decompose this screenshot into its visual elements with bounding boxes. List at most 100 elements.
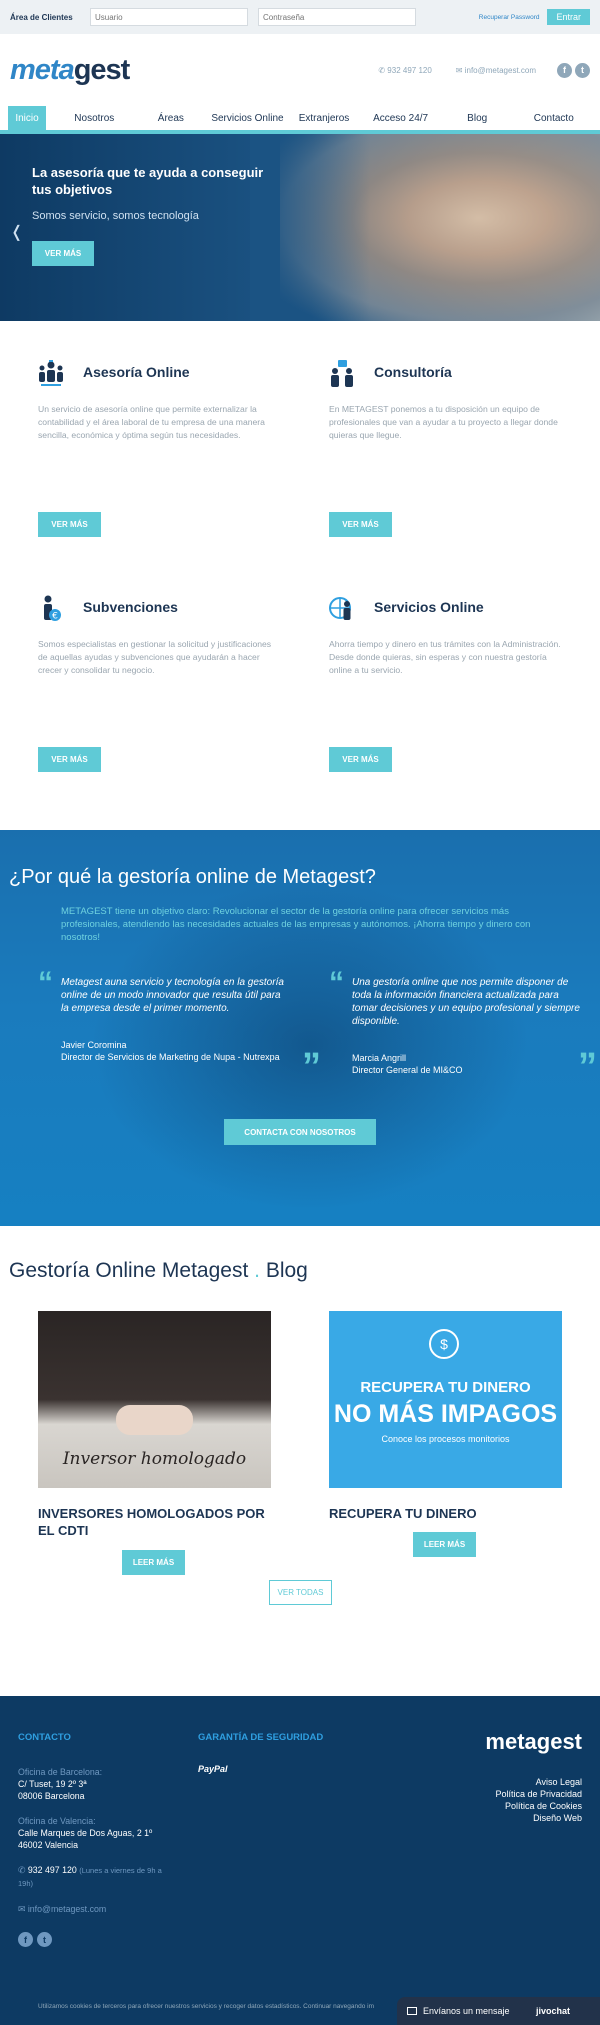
username-input[interactable] <box>90 8 248 26</box>
consulting-icon <box>331 360 353 387</box>
phone-icon: ✆ <box>378 65 388 75</box>
password-input[interactable] <box>258 8 416 26</box>
service-description: En METAGEST ponemos a tu disposición un … <box>329 404 558 440</box>
nav-item-servicios-online[interactable]: Servicios Online <box>209 106 286 130</box>
blog-image-caption: Inversor homologado <box>62 1449 247 1469</box>
header-phone[interactable]: ✆ 932 497 120 <box>378 66 431 75</box>
nav-item-areas[interactable]: Áreas <box>133 106 210 130</box>
testimonial-author-name: Marcia Angrill <box>352 1053 407 1063</box>
footer-phone[interactable]: ✆ 932 497 120 (Lunes a viernes de 9h a 1… <box>18 1864 178 1890</box>
blog-post: Inversor homologado INVERSORES HOMOLOGAD… <box>38 1311 271 1575</box>
chat-label: Envíanos un mensaje <box>423 2006 510 2016</box>
site-header: metagest ✆ 932 497 120 ✉ info@metagest.c… <box>0 34 600 106</box>
blog-post-image[interactable]: $ RECUPERA TU DINERO NO MÁS IMPAGOS Cono… <box>329 1311 562 1488</box>
barcelona-label: Oficina de Barcelona: <box>18 1767 103 1777</box>
cookie-notice: Utilizamos cookies de terceros para ofre… <box>38 2003 374 2010</box>
euro-person-icon: € <box>44 595 61 622</box>
services-section: Asesoría Online Un servicio de asesoría … <box>0 321 600 830</box>
blog-post-image[interactable]: Inversor homologado <box>38 1311 271 1488</box>
header-email[interactable]: ✉ info@metagest.com <box>456 66 536 75</box>
testimonial-text: Una gestoría online que nos permite disp… <box>352 977 580 1027</box>
nav-item-contacto[interactable]: Contacto <box>515 106 592 130</box>
blog-post-title[interactable]: RECUPERA TU DINERO <box>329 1505 562 1522</box>
footer-email[interactable]: ✉ info@metagest.com <box>18 1903 178 1915</box>
quote-open-icon: “ <box>329 966 344 999</box>
svg-text:€: € <box>52 612 58 622</box>
globe-person-icon <box>329 597 351 620</box>
read-more-button[interactable]: LEER MÁS <box>413 1532 476 1557</box>
facebook-icon[interactable]: f <box>557 62 572 78</box>
nav-item-blog[interactable]: Blog <box>439 106 516 130</box>
chevron-left-icon[interactable]: ❬ <box>10 222 23 242</box>
service-title: Consultoría <box>374 364 452 380</box>
footer-link-cookies[interactable]: Política de Cookies <box>495 1800 582 1812</box>
valencia-address: Calle Marques de Dos Aguas, 2 1º <box>18 1828 153 1838</box>
facebook-icon[interactable]: f <box>18 1932 33 1947</box>
client-area-bar: Área de Clientes Recuperar Password Entr… <box>0 0 600 34</box>
quote-open-icon: “ <box>38 966 53 999</box>
header-phone-number: 932 497 120 <box>387 65 432 75</box>
client-area-label: Área de Clientes <box>10 12 73 22</box>
blog-image-line: Conoce los procesos monitorios <box>381 1434 510 1444</box>
mail-icon <box>407 2007 417 2015</box>
blog-post: $ RECUPERA TU DINERO NO MÁS IMPAGOS Cono… <box>329 1311 562 1557</box>
blog-title: Gestoría Online Metagest . Blog <box>9 1259 308 1282</box>
recover-password-link[interactable]: Recuperar Password <box>479 14 540 21</box>
team-icon <box>39 360 63 386</box>
main-nav: Inicio Nosotros Áreas Servicios Online E… <box>0 106 600 134</box>
hero-slider: La asesoría que te ayuda a conseguir tus… <box>0 134 600 321</box>
twitter-icon[interactable]: t <box>575 62 590 78</box>
testimonial-author: Marcia Angrill Director General de MI&CO <box>352 1052 582 1076</box>
footer-security-heading: GARANTÍA DE SEGURIDAD <box>198 1732 324 1743</box>
why-section: ¿Por qué la gestoría online de Metagest?… <box>0 830 600 1226</box>
valencia-city: 46002 Valencia <box>18 1840 78 1850</box>
phone-icon: ✆ <box>18 1865 28 1875</box>
twitter-icon[interactable]: t <box>37 1932 52 1947</box>
service-title: Asesoría Online <box>83 364 190 380</box>
footer-link-privacidad[interactable]: Política de Privacidad <box>495 1788 582 1800</box>
mail-icon: ✉ <box>455 65 465 75</box>
contact-us-button[interactable]: CONTACTA CON NOSOTROS <box>224 1119 376 1145</box>
read-more-button[interactable]: LEER MÁS <box>122 1550 185 1575</box>
service-title: Subvenciones <box>83 599 178 615</box>
nav-item-nosotros[interactable]: Nosotros <box>56 106 133 130</box>
blog-image-line: NO MÁS IMPAGOS <box>333 1400 558 1428</box>
footer-logo[interactable]: metagest <box>485 1729 582 1755</box>
nav-item-inicio[interactable]: Inicio <box>8 106 46 130</box>
login-button[interactable]: Entrar <box>547 9 590 25</box>
footer-link-diseno-web[interactable]: Diseño Web <box>495 1812 582 1824</box>
chat-brand: jivochat <box>535 2006 570 2016</box>
why-title: ¿Por qué la gestoría online de Metagest? <box>9 866 376 888</box>
chat-widget[interactable]: Envíanos un mensaje jivochat <box>397 1997 600 2025</box>
mail-icon: ✉ <box>18 1904 28 1914</box>
service-more-button[interactable]: VER MÁS <box>329 747 392 772</box>
logo-gest: gest <box>73 53 131 86</box>
service-more-button[interactable]: VER MÁS <box>38 747 101 772</box>
view-all-button[interactable]: VER TODAS <box>269 1580 332 1605</box>
hero-more-button[interactable]: VER MÁS <box>32 241 94 266</box>
service-more-button[interactable]: VER MÁS <box>329 512 392 537</box>
footer-social: f t <box>18 1932 52 1947</box>
hero-title: La asesoría que te ayuda a conseguir tus… <box>32 165 264 197</box>
testimonial-text: Metagest auna servicio y tecnología en l… <box>61 977 284 1014</box>
service-title: Servicios Online <box>374 599 484 615</box>
footer-link-aviso-legal[interactable]: Aviso Legal <box>495 1776 582 1788</box>
footer-contact-info: Oficina de Barcelona: C/ Tuset, 19 2º 3ª… <box>18 1766 178 1915</box>
barcelona-city: 08006 Barcelona <box>18 1791 85 1801</box>
barcelona-address: C/ Tuset, 19 2º 3ª <box>18 1779 87 1789</box>
nav-item-acceso[interactable]: Acceso 24/7 <box>362 106 439 130</box>
money-icon: $ <box>429 1329 459 1359</box>
service-description: Un servicio de asesoría online que permi… <box>38 404 265 440</box>
site-logo[interactable]: metagest <box>10 53 131 87</box>
blog-post-title[interactable]: INVERSORES HOMOLOGADOS POR EL CDTI <box>38 1505 271 1539</box>
blog-section: Gestoría Online Metagest . Blog Inversor… <box>0 1226 600 1696</box>
nav-item-extranjeros[interactable]: Extranjeros <box>286 106 363 130</box>
logo-meta: meta <box>10 53 75 86</box>
service-more-button[interactable]: VER MÁS <box>38 512 101 537</box>
testimonial-author: Javier Coromina Director de Servicios de… <box>61 1039 291 1063</box>
quote-close-icon: ” <box>578 1046 597 1088</box>
footer-contact-heading: CONTACTO <box>18 1732 71 1743</box>
site-footer: CONTACTO GARANTÍA DE SEGURIDAD PayPal Of… <box>0 1696 600 2025</box>
service-description: Somos especialistas en gestionar la soli… <box>38 639 272 675</box>
testimonial: “ Una gestoría online que nos permite di… <box>329 968 597 1087</box>
